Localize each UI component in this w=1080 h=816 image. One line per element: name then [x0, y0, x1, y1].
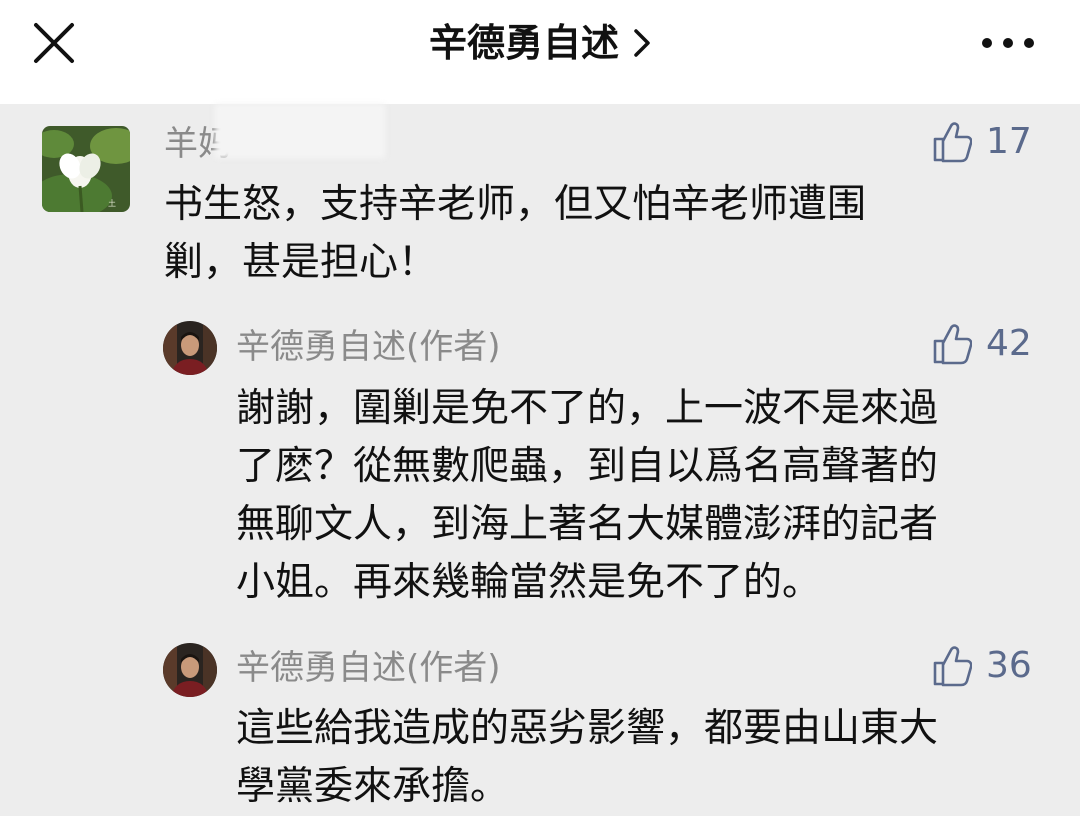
chevron-right-icon	[634, 29, 650, 57]
thumbs-up-icon	[933, 324, 972, 365]
like-button[interactable]: 17	[932, 120, 1032, 164]
avatar[interactable]: 土	[42, 126, 130, 212]
more-dots-icon	[982, 38, 1034, 48]
like-button[interactable]: 36	[932, 644, 1032, 688]
more-button[interactable]	[980, 36, 1036, 50]
svg-text:土: 土	[108, 198, 116, 208]
author-avatar-image	[163, 321, 217, 375]
comment-text: 书生怒，支持辛老师，但又怕辛老师遭围 剿，甚是担心！	[164, 182, 867, 285]
account-title-link[interactable]: 辛德勇自述	[429, 18, 651, 68]
thumbs-up-icon	[933, 122, 972, 163]
close-icon	[34, 23, 74, 63]
like-count: 42	[986, 323, 1032, 364]
like-count: 36	[986, 645, 1032, 686]
like-count: 17	[986, 121, 1032, 162]
page-title: 辛德勇自述	[428, 21, 619, 65]
author-avatar-image	[163, 643, 217, 697]
avatar[interactable]	[163, 643, 217, 697]
lotus-avatar-image: 土	[42, 126, 130, 212]
comment-text: 這些給我造成的惡劣影響，都要由山東大 學黨委來承擔。	[236, 706, 939, 809]
close-button[interactable]	[32, 21, 76, 65]
comment-author: 辛德勇自述(作者)	[236, 648, 501, 688]
comment-text: 謝謝，圍剿是免不了的，上一波不是來過 了麽？從無數爬蟲，到自以爲名高聲著的 無聊…	[236, 386, 939, 605]
like-button[interactable]: 42	[932, 322, 1032, 366]
top-bar: 辛德勇自述	[0, 0, 1080, 104]
name-redaction	[215, 104, 385, 158]
avatar[interactable]	[163, 321, 217, 375]
thumbs-up-icon	[933, 646, 972, 687]
comment-author: 辛德勇自述(作者)	[236, 327, 501, 367]
